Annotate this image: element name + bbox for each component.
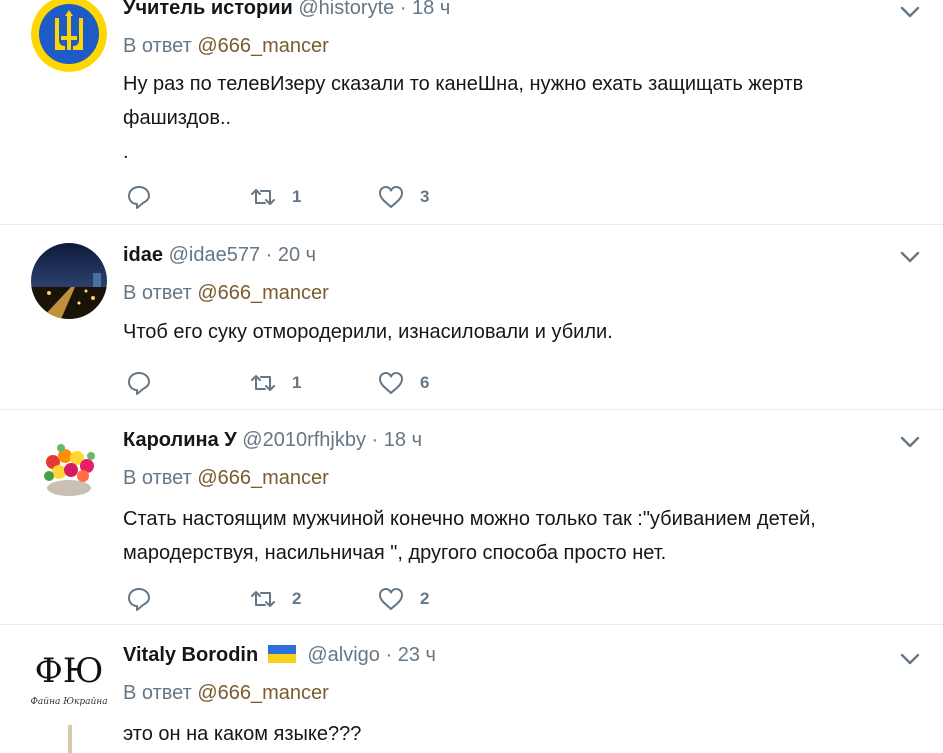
avatar[interactable] <box>31 428 107 504</box>
tweet-text-line: Ну раз по телевИзеру сказали то канеШна,… <box>123 73 804 95</box>
user-name[interactable]: Учитель истории <box>123 0 293 19</box>
tweet-text: Чтоб его суку отмородерили, изнасиловали… <box>123 315 903 349</box>
retweet-icon <box>251 591 275 607</box>
retweet-count: 2 <box>292 589 302 608</box>
separator-dot: · <box>385 644 393 666</box>
user-handle[interactable]: @2010rfhjkby <box>242 429 366 451</box>
tweet-text-line: Стать настоящим мужчиной конечно можно т… <box>123 508 816 530</box>
tweet-text-line: мародерствуя, насильничая ", другого спо… <box>123 542 667 564</box>
like-count: 3 <box>420 187 430 206</box>
tweet[interactable]: idae @idae577 · 20 ч В ответ @666_mancer… <box>0 225 943 410</box>
like-button[interactable]: 2 <box>378 584 429 614</box>
avatar-tagline: Файна Юкрайна <box>30 697 108 707</box>
tweet-text: Ну раз по телевИзеру сказали то канеШна,… <box>123 67 903 169</box>
chevron-down-icon[interactable] <box>898 0 922 24</box>
tweet-text-line: . <box>123 141 129 163</box>
separator-dot: · <box>265 244 273 266</box>
reply-icon <box>128 372 150 395</box>
reply-prefix: В ответ <box>123 35 192 57</box>
chevron-down-icon[interactable] <box>898 430 922 454</box>
reply-button[interactable] <box>126 584 152 614</box>
avatar-logo: ФЮ <box>34 651 104 691</box>
timestamp[interactable]: 23 ч <box>398 644 436 666</box>
avatar[interactable] <box>31 243 107 319</box>
like-count: 6 <box>420 373 430 392</box>
retweet-icon <box>251 375 275 391</box>
tweet-text-line: Чтоб его суку отмородерили, изнасиловали… <box>123 321 613 343</box>
avatar[interactable] <box>31 0 107 72</box>
reply-prefix: В ответ <box>123 282 192 304</box>
retweet-count: 1 <box>292 187 302 206</box>
ukraine-flag-icon <box>267 645 296 663</box>
tweet-text: Стать настоящим мужчиной конечно можно т… <box>123 502 903 570</box>
retweet-button[interactable]: 1 <box>250 182 301 212</box>
timestamp[interactable]: 20 ч <box>278 244 316 266</box>
user-handle[interactable]: @historyte <box>298 0 394 19</box>
user-handle[interactable]: @idae577 <box>169 244 260 266</box>
reply-prefix: В ответ <box>123 467 192 489</box>
retweet-button[interactable]: 2 <box>250 584 301 614</box>
chevron-down-icon[interactable] <box>898 647 922 671</box>
user-name[interactable]: idae <box>123 244 163 266</box>
tweet-text-line: это он на каком языке??? <box>123 723 362 745</box>
separator-dot: · <box>399 0 407 19</box>
separator-dot: · <box>371 429 379 451</box>
reply-mention[interactable]: @666_mancer <box>197 682 328 704</box>
reply-button[interactable] <box>126 368 152 398</box>
timestamp[interactable]: 18 ч <box>384 429 422 451</box>
retweet-count: 1 <box>292 373 302 392</box>
heart-icon <box>379 588 403 610</box>
heart-icon <box>379 186 403 208</box>
reply-prefix: В ответ <box>123 682 192 704</box>
tweet[interactable]: Учитель истории @historyte · 18 ч В отве… <box>0 0 943 225</box>
like-button[interactable]: 3 <box>378 182 429 212</box>
tweet[interactable]: Каролина У @2010rfhjkby · 18 ч В ответ @… <box>0 410 943 625</box>
heart-icon <box>379 372 403 394</box>
retweet-icon <box>251 189 275 205</box>
avatar[interactable]: ФЮ Файна Юкрайна <box>29 643 109 723</box>
reply-mention[interactable]: @666_mancer <box>197 467 328 489</box>
timestamp[interactable]: 18 ч <box>412 0 450 19</box>
user-handle[interactable]: @alvigo <box>307 644 380 666</box>
thread-line <box>68 725 72 753</box>
tweet[interactable]: ФЮ Файна Юкрайна Vitaly Borodin @alvigo … <box>0 625 943 753</box>
like-button[interactable]: 6 <box>378 368 429 398</box>
reply-icon <box>128 186 150 209</box>
reply-mention[interactable]: @666_mancer <box>197 35 328 57</box>
tweet-text-line: фашиздов.. <box>123 107 232 129</box>
user-name[interactable]: Vitaly Borodin <box>123 644 258 666</box>
retweet-button[interactable]: 1 <box>250 368 301 398</box>
reply-mention[interactable]: @666_mancer <box>197 282 328 304</box>
chevron-down-icon[interactable] <box>898 245 922 269</box>
user-name[interactable]: Каролина У <box>123 429 237 451</box>
reply-button[interactable] <box>126 182 152 212</box>
reply-icon <box>128 588 150 611</box>
tweet-text: это он на каком языке??? <box>123 717 903 751</box>
like-count: 2 <box>420 589 430 608</box>
